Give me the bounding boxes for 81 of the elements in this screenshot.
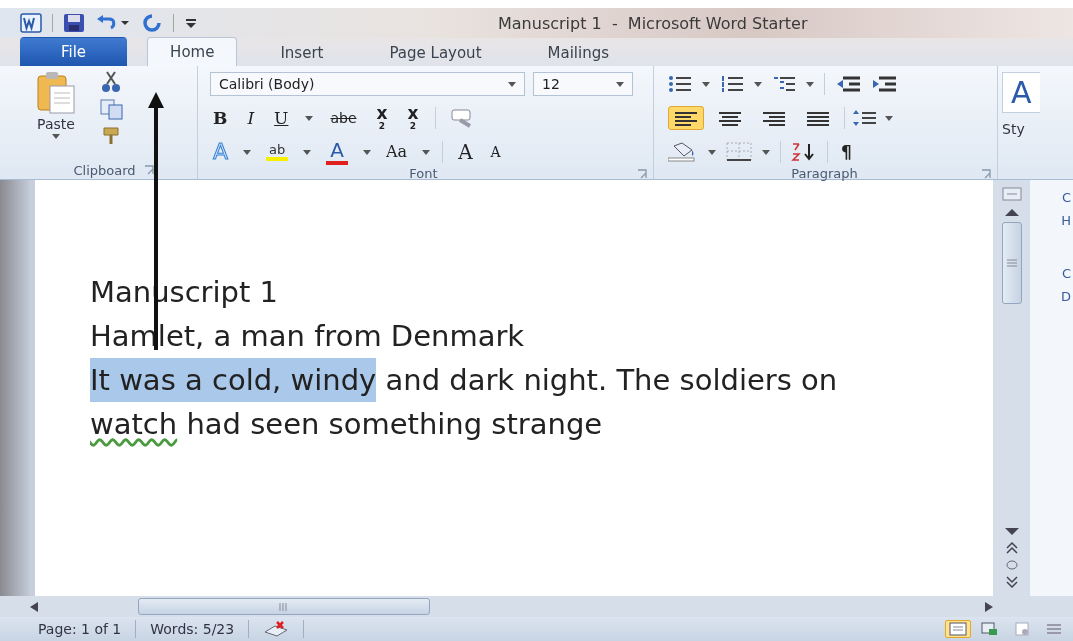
- task-pane-text: D: [1061, 289, 1071, 304]
- task-pane-text: H: [1061, 213, 1071, 228]
- caret-icon[interactable]: [762, 149, 770, 155]
- browse-object-icon[interactable]: [1005, 560, 1018, 570]
- scroll-right-icon[interactable]: [985, 601, 993, 612]
- scroll-left-icon[interactable]: [30, 601, 38, 612]
- scroll-up-icon[interactable]: [1004, 208, 1019, 216]
- show-formatting-button[interactable]: ¶: [838, 143, 855, 161]
- caret-icon[interactable]: [754, 81, 762, 87]
- caret-icon[interactable]: [243, 149, 252, 155]
- paste-button[interactable]: Paste: [36, 70, 76, 161]
- increase-indent-icon[interactable]: [871, 75, 897, 93]
- align-left-icon: [675, 109, 697, 127]
- redo-icon[interactable]: [141, 13, 163, 33]
- sort-icon[interactable]: [791, 142, 817, 162]
- page-count[interactable]: Page: 1 of 1: [38, 621, 122, 637]
- font-size-field[interactable]: 12: [533, 72, 633, 96]
- scroll-thumb[interactable]: [138, 598, 430, 615]
- print-view-button[interactable]: [945, 620, 971, 638]
- ribbon-tab[interactable]: Insert: [257, 39, 347, 66]
- ribbon-tab[interactable]: Page Layout: [366, 39, 505, 66]
- strikethrough-button[interactable]: abe: [327, 111, 360, 125]
- document-line: It was a cold, windy and dark night. The soldiers on: [90, 358, 838, 402]
- caret-icon[interactable]: [806, 81, 814, 87]
- caret-icon[interactable]: [885, 115, 893, 121]
- font-color-button[interactable]: A: [323, 139, 352, 165]
- word-count[interactable]: Words: 5/23: [150, 621, 235, 637]
- scroll-thumb[interactable]: [1001, 222, 1022, 304]
- decrease-indent-icon[interactable]: [835, 75, 861, 93]
- align-center-icon: [719, 109, 741, 127]
- bullets-icon[interactable]: [668, 75, 692, 93]
- line-spacing-icon[interactable]: [853, 109, 877, 127]
- caret-icon[interactable]: [708, 149, 716, 155]
- align-left-button[interactable]: [668, 106, 704, 130]
- next-page-icon[interactable]: [1005, 576, 1018, 588]
- caret-icon[interactable]: [305, 115, 314, 121]
- task-pane-text: C: [1061, 266, 1071, 281]
- draft-view-icon: [1045, 622, 1063, 636]
- numbering-icon[interactable]: [720, 75, 744, 93]
- caret-icon[interactable]: [363, 149, 372, 155]
- proofing-error-icon[interactable]: [263, 620, 290, 638]
- shading-icon[interactable]: [668, 142, 698, 162]
- customize-menu-icon[interactable]: [184, 16, 198, 30]
- caret-icon[interactable]: [303, 149, 312, 155]
- caret-icon[interactable]: [616, 81, 624, 87]
- document-line: watch had seen something strange: [90, 406, 603, 443]
- ribbon-tab[interactable]: Home: [147, 37, 238, 66]
- task-pane-text: C: [1061, 190, 1071, 205]
- shrink-font-button[interactable]: A: [487, 145, 504, 159]
- caret-icon[interactable]: [508, 81, 516, 87]
- borders-icon[interactable]: [726, 142, 752, 162]
- previous-page-icon[interactable]: [1005, 542, 1018, 554]
- multilevel-list-icon[interactable]: [772, 75, 796, 93]
- align-justify-icon: [807, 109, 829, 127]
- align-right-icon: [763, 109, 785, 127]
- file-tab[interactable]: File: [20, 37, 128, 66]
- group-label: Clipboard: [73, 162, 136, 178]
- italic-button[interactable]: I: [244, 109, 258, 127]
- caret-icon[interactable]: [422, 149, 431, 155]
- window-title: Manuscript 1 - Microsoft Word Starter: [498, 13, 808, 33]
- fullscreen-view-icon: [981, 622, 999, 636]
- caret-icon[interactable]: [702, 81, 710, 87]
- group-label: Font: [409, 166, 438, 181]
- group-label: Paragraph: [791, 166, 858, 181]
- style-preview[interactable]: A: [1002, 72, 1040, 113]
- word-logo-icon: [20, 13, 42, 33]
- grow-font-button[interactable]: A: [455, 142, 476, 162]
- scroll-down-icon[interactable]: [1004, 528, 1019, 536]
- underline-button[interactable]: U: [271, 109, 292, 127]
- save-icon[interactable]: [63, 13, 85, 33]
- caret-icon: [52, 134, 60, 139]
- change-case-button[interactable]: Aa: [383, 144, 411, 160]
- styles-button[interactable]: Sty: [1002, 121, 1040, 137]
- bold-button[interactable]: B: [210, 109, 231, 127]
- font-name-field[interactable]: Calibri (Body): [210, 72, 525, 96]
- print-view-icon: [949, 622, 967, 636]
- ribbon-tab[interactable]: Mailings: [524, 39, 632, 66]
- web-view-icon: [1013, 622, 1031, 636]
- cut-icon[interactable]: [100, 70, 122, 94]
- clipboard-icon: [36, 70, 76, 114]
- highlight-button[interactable]: ab: [263, 143, 292, 161]
